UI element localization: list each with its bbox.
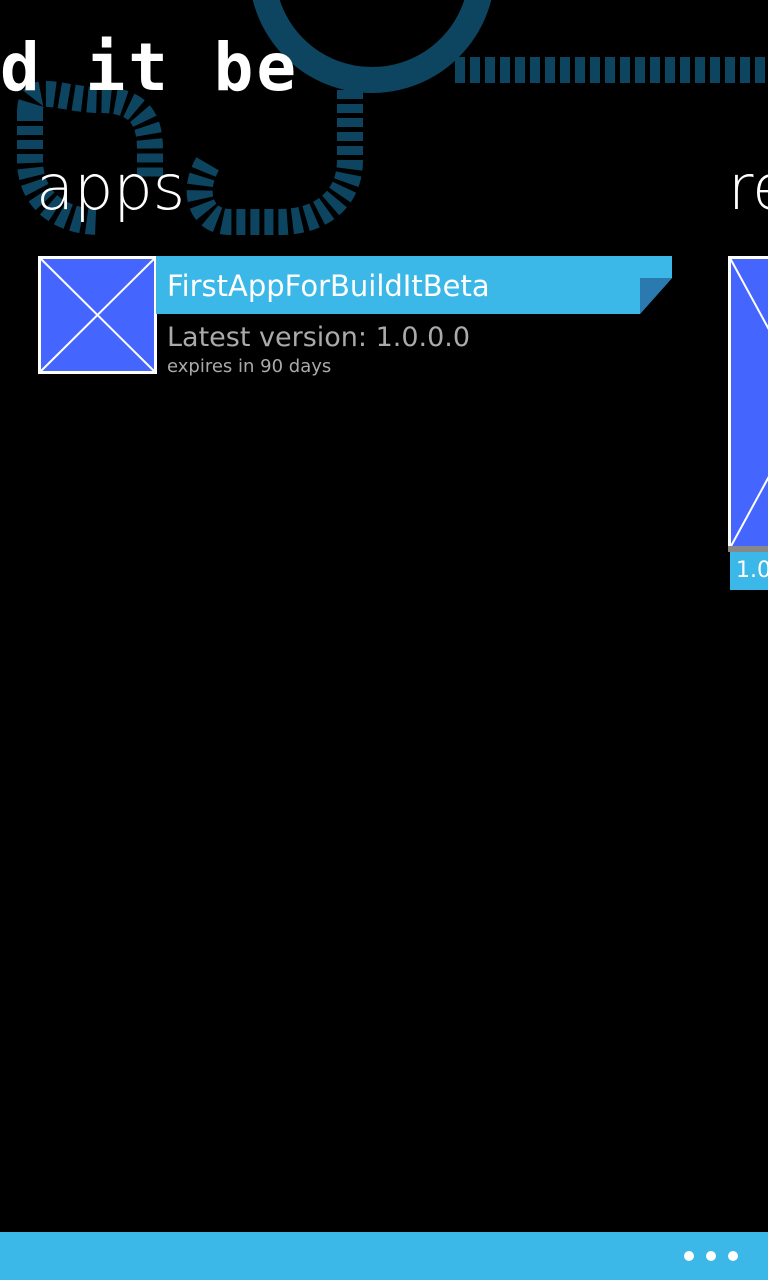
section-header-apps[interactable]: apps — [36, 148, 185, 228]
panorama-page: d it beta apps re FirstAppForBuildItBeta… — [0, 0, 768, 1280]
next-section-tile[interactable] — [728, 256, 768, 556]
ellipsis-dot — [684, 1251, 694, 1261]
section-header-next[interactable]: re — [728, 148, 768, 228]
app-name: FirstAppForBuildItBeta — [167, 269, 490, 303]
next-tile-version-badge: 1.0 — [730, 552, 768, 590]
next-tile-placeholder-icon — [728, 256, 768, 552]
ellipsis-dot — [706, 1251, 716, 1261]
app-list-item[interactable]: FirstAppForBuildItBeta Latest version: 1… — [38, 256, 674, 378]
ellipsis-icon[interactable] — [684, 1242, 738, 1270]
app-version: Latest version: 1.0.0.0 — [167, 322, 471, 353]
application-bar — [0, 1232, 768, 1280]
app-thumbnail-placeholder-icon — [38, 256, 157, 374]
app-expires: expires in 90 days — [167, 356, 332, 377]
panorama-title: d it beta — [0, 29, 300, 106]
ellipsis-dot — [728, 1251, 738, 1261]
